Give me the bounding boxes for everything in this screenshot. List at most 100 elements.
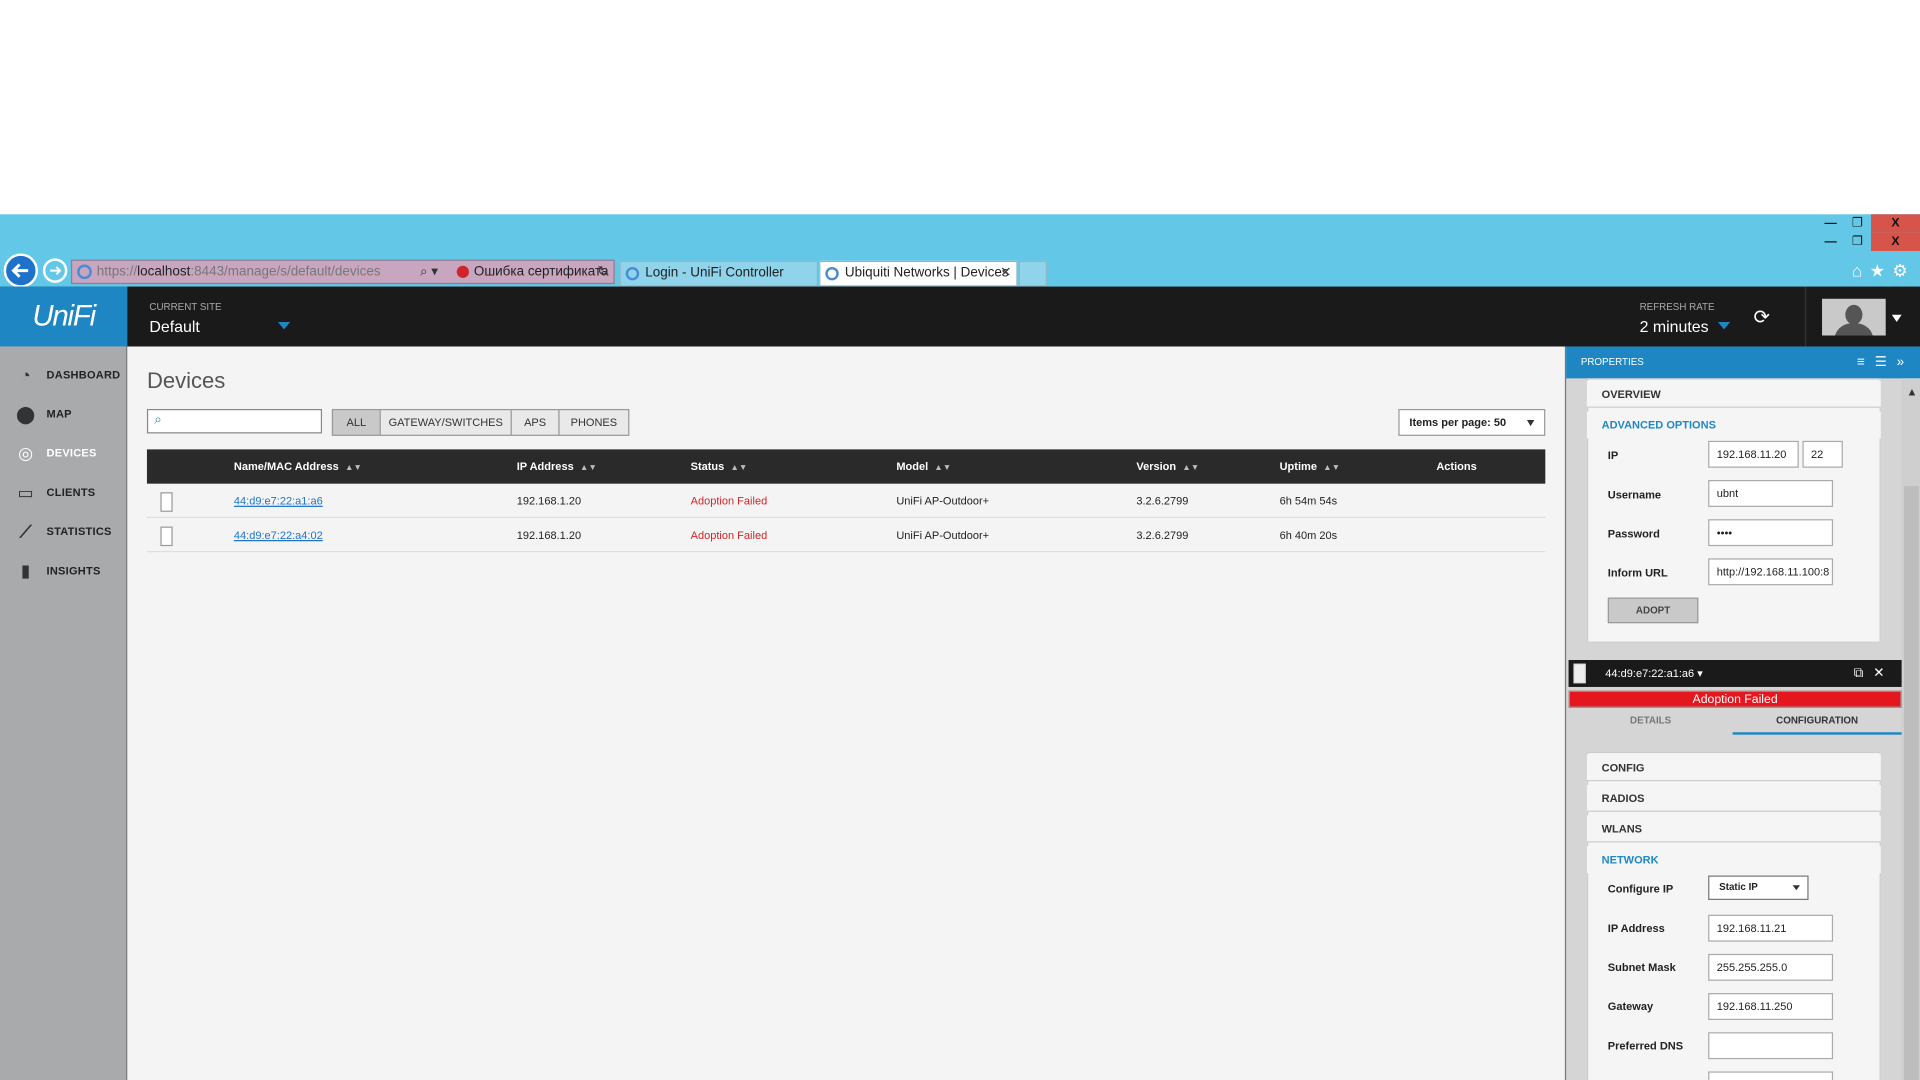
col-version[interactable]: Version ▲▼ — [1136, 449, 1199, 486]
new-tab-button[interactable] — [1018, 260, 1047, 287]
sidebar-item-insights[interactable]: ▮ INSIGHTS — [0, 557, 127, 584]
gateway-field[interactable]: 192.168.11.250 — [1708, 993, 1834, 1021]
adopt-button[interactable]: ADOPT — [1607, 597, 1699, 624]
minimize-button-2[interactable]: — — [1817, 233, 1844, 251]
tab-favicon-icon — [625, 266, 640, 281]
sidebar: ◔ DASHBOARD ⬤ MAP ◎ DEVICES ▭ CLIENTS ⟋ … — [0, 346, 128, 1080]
filter-gateway-switches[interactable]: GATEWAY/SWITCHES — [379, 408, 512, 436]
device-detail-bar: 44:d9:e7:22:a1:a6 ▾ ⧉✕ — [1568, 660, 1902, 687]
panel-scrollbar[interactable]: ▲ — [1901, 378, 1920, 1080]
refresh-rate-label: REFRESH RATE — [1639, 301, 1715, 313]
subnet-mask-field[interactable]: 255.255.255.0 — [1708, 953, 1834, 981]
filter-all[interactable]: ALL — [331, 408, 381, 436]
sidebar-item-label: STATISTICS — [46, 525, 112, 538]
restore-button[interactable]: ❐ — [1844, 214, 1871, 232]
settings-gear-icon[interactable]: ⚙ — [1892, 261, 1915, 281]
col-status[interactable]: Status ▲▼ — [691, 449, 748, 486]
device-name-link[interactable]: 44:d9:e7:22:a1:a6 — [234, 484, 323, 518]
address-bar[interactable]: https://localhost:8443/manage/s/default/… — [71, 259, 615, 285]
scroll-up-icon[interactable]: ▲ — [1907, 386, 1918, 398]
section-radios[interactable]: RADIOS — [1586, 784, 1881, 812]
device-model: UniFi AP-Outdoor+ — [896, 494, 990, 507]
page-favicon-icon — [77, 264, 92, 280]
ip-address-field[interactable]: 192.168.11.21 — [1708, 914, 1834, 942]
sidebar-item-devices[interactable]: ◎ DEVICES — [0, 440, 127, 467]
list-icon[interactable]: ☰ — [1875, 355, 1897, 370]
section-advanced-options[interactable]: ADVANCED OPTIONS — [1586, 411, 1881, 439]
user-menu-caret-icon[interactable] — [1891, 314, 1902, 323]
sort-icon: ▲▼ — [344, 464, 362, 473]
device-uptime: 6h 54m 54s — [1279, 494, 1338, 507]
tab-details[interactable]: DETAILS — [1569, 710, 1733, 734]
window-controls: — ❐ X — ❐ X — [1817, 214, 1920, 252]
sidebar-item-dashboard[interactable]: ◔ DASHBOARD — [0, 361, 127, 388]
sidebar-item-clients[interactable]: ▭ CLIENTS — [0, 479, 127, 506]
scroll-thumb[interactable] — [1904, 486, 1919, 1080]
section-network[interactable]: NETWORK — [1586, 846, 1881, 874]
search-input[interactable]: ⌕ — [146, 408, 323, 434]
forward-button[interactable] — [42, 258, 68, 283]
tab-login[interactable]: Login - UniFi Controller — [619, 260, 818, 287]
tab-devices-label: Ubiquiti Networks | Devices — [844, 265, 1009, 281]
popout-icon[interactable]: ⧉ — [1854, 666, 1873, 681]
close-icon[interactable]: ✕ — [1873, 666, 1894, 681]
restore-button-2[interactable]: ❐ — [1844, 233, 1871, 251]
tab-devices[interactable]: Ubiquiti Networks | Devices ✕ — [819, 260, 1018, 287]
table-row[interactable]: 44:d9:e7:22:a1:a6 192.168.1.20 Adoption … — [146, 484, 1546, 518]
device-name-link[interactable]: 44:d9:e7:22:a4:02 — [234, 518, 323, 552]
sidebar-item-statistics[interactable]: ⟋ STATISTICS — [0, 518, 127, 545]
device-status: Adoption Failed — [690, 528, 768, 542]
col-model[interactable]: Model ▲▼ — [896, 449, 951, 486]
username-field[interactable]: ubnt — [1708, 480, 1834, 507]
status-badge: Adoption Failed — [1568, 690, 1902, 708]
preferred-dns-label: Preferred DNS — [1607, 1039, 1684, 1052]
minimize-button[interactable]: — — [1817, 214, 1844, 232]
site-caret-icon[interactable] — [277, 322, 291, 330]
col-uptime[interactable]: Uptime ▲▼ — [1280, 449, 1340, 486]
col-name[interactable]: Name/MAC Address ▲▼ — [234, 449, 362, 486]
close-button-2[interactable]: X — [1871, 232, 1920, 252]
home-icon[interactable]: ⌂ — [1852, 261, 1870, 281]
back-arrow-icon — [11, 263, 29, 278]
refresh-rate-selector[interactable]: 2 minutes — [1640, 317, 1709, 335]
items-per-page-select[interactable]: Items per page: 50 — [1398, 408, 1546, 436]
table-row[interactable]: 44:d9:e7:22:a4:02 192.168.1.20 Adoption … — [146, 518, 1546, 553]
refresh-caret-icon[interactable] — [1717, 322, 1731, 330]
device-icon — [160, 492, 173, 512]
cert-error-label[interactable]: Ошибка сертификата — [474, 261, 609, 283]
section-config[interactable]: CONFIG — [1586, 754, 1881, 782]
section-overview[interactable]: OVERVIEW — [1586, 380, 1881, 408]
avatar[interactable] — [1822, 298, 1886, 336]
preferred-dns-field[interactable] — [1708, 1032, 1834, 1060]
device-name-dropdown[interactable]: 44:d9:e7:22:a1:a6 ▾ — [1605, 660, 1702, 687]
configure-ip-select[interactable]: Static IP — [1708, 875, 1809, 901]
sidebar-item-label: CLIENTS — [46, 486, 96, 499]
collapse-all-icon[interactable]: ≡ — [1857, 355, 1875, 370]
search-dropdown-icon[interactable]: ⌕ ▾ — [420, 261, 438, 283]
sidebar-item-label: DASHBOARD — [46, 368, 121, 381]
filter-phones[interactable]: PHONES — [558, 408, 630, 436]
filter-aps[interactable]: APS — [510, 408, 560, 436]
device-icon — [160, 526, 173, 547]
favorites-star-icon[interactable]: ★ — [1870, 261, 1893, 281]
tab-close-icon[interactable]: ✕ — [1000, 262, 1011, 285]
port-field[interactable]: 22 — [1802, 440, 1843, 468]
ip-field[interactable]: 192.168.11.20 — [1708, 440, 1799, 468]
back-button[interactable] — [3, 253, 38, 288]
tab-configuration[interactable]: CONFIGURATION — [1732, 710, 1902, 735]
reload-icon[interactable]: ↻ — [597, 261, 608, 283]
unifi-logo[interactable]: UniFi — [0, 286, 128, 347]
col-actions: Actions — [1436, 460, 1477, 473]
configure-ip-value: Static IP — [1719, 881, 1758, 893]
close-button[interactable]: X — [1871, 214, 1920, 233]
inform-url-field[interactable]: http://192.168.11.100:8 — [1708, 558, 1834, 586]
ip-label: IP — [1607, 449, 1619, 462]
alternate-dns-field[interactable] — [1708, 1071, 1834, 1080]
col-ip[interactable]: IP Address ▲▼ — [517, 449, 597, 486]
refresh-icon[interactable]: ⟳ — [1753, 305, 1769, 329]
close-panel-icon[interactable]: » — [1897, 355, 1914, 370]
password-field[interactable]: •••• — [1708, 519, 1834, 547]
sidebar-item-map[interactable]: ⬤ MAP — [0, 400, 127, 427]
site-selector[interactable]: Default — [149, 317, 199, 335]
section-wlans[interactable]: WLANS — [1586, 815, 1881, 843]
